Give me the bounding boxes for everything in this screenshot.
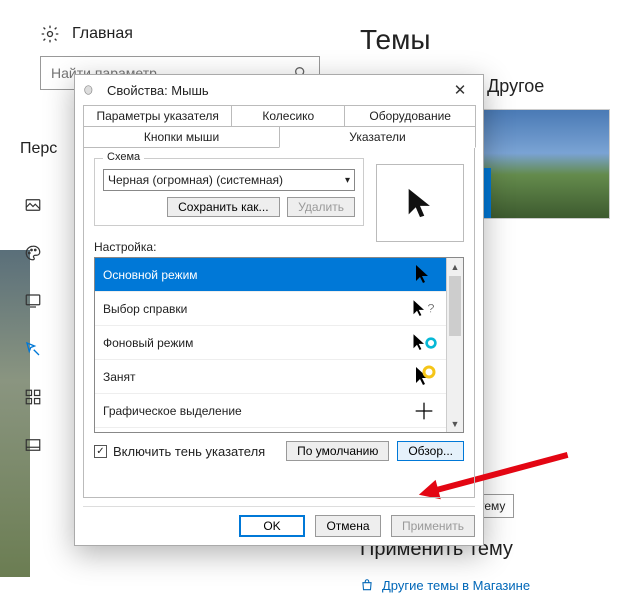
cursor-row-normal[interactable]: Основной режим [95,258,446,292]
delete-button: Удалить [287,197,355,217]
svg-text:?: ? [428,301,435,315]
cursor-row-background[interactable]: Фоновый режим [95,326,446,360]
tab-pointer-options[interactable]: Параметры указателя [83,105,232,127]
arrow-help-icon: ? [410,295,438,323]
shadow-checkbox[interactable]: ✓ [94,445,107,458]
cursor-name: Занят [103,370,136,384]
lockscreen-icon[interactable] [24,292,42,310]
cursor-list-items: Основной режим Выбор справки ? Фоновый р… [95,258,446,432]
arrow-busy-icon [410,329,438,357]
home-label[interactable]: Главная [72,25,133,43]
themes-icon[interactable] [24,340,42,358]
scroll-down-icon[interactable]: ▼ [447,415,463,432]
taskbar-icon[interactable] [24,436,42,454]
dialog-titlebar[interactable]: Свойства: Мышь ✕ [75,75,483,105]
shadow-label: Включить тень указателя [113,444,265,459]
cursor-row-precision[interactable]: Графическое выделение [95,394,446,428]
tab-hardware[interactable]: Оборудование [344,105,476,127]
defaults-button[interactable]: По умолчанию [286,441,389,461]
save-as-button[interactable]: Сохранить как... [167,197,279,217]
cursor-row-help[interactable]: Выбор справки ? [95,292,446,326]
cancel-button[interactable]: Отмена [315,515,381,537]
cursor-name: Выбор справки [103,302,187,316]
scheme-legend: Схема [103,151,144,163]
store-link[interactable]: Другие темы в Магазине [360,577,614,593]
settings-header: Главная [40,24,133,44]
colors-icon[interactable] [24,244,42,262]
scroll-up-icon[interactable]: ▲ [447,258,463,275]
customize-label: Настройка: [94,240,464,254]
dialog-title: Свойства: Мышь [107,83,445,98]
start-icon[interactable] [24,388,42,406]
cursor-preview [376,164,464,242]
busy-icon [410,363,438,391]
shadow-row: ✓ Включить тень указателя По умолчанию О… [94,441,464,461]
tab-pointers-body: Схема Черная (огромная) (системная) ▾ Со… [83,147,475,498]
scheme-dropdown[interactable]: Черная (огромная) (системная) ▾ [103,169,355,191]
scheme-group: Схема Черная (огромная) (системная) ▾ Со… [94,158,364,226]
scrollbar[interactable]: ▲ ▼ [446,258,463,432]
dialog-tabs: Параметры указателя Колесико Оборудовани… [75,105,483,147]
store-icon [360,577,374,593]
background-icon[interactable] [24,196,42,214]
page-title: Темы [360,24,614,56]
crosshair-icon [410,397,438,425]
close-button[interactable]: ✕ [445,81,475,99]
section-header: Перс [20,140,57,158]
gear-icon [40,24,60,44]
scroll-thumb[interactable] [449,276,461,336]
dialog-bottom: OK Отмена Применить [83,506,475,545]
cursor-preview-icon [403,186,437,220]
apply-button: Применить [391,515,475,537]
tab-wheel[interactable]: Колесико [231,105,345,127]
cursor-name: Графическое выделение [103,404,242,418]
tab-pointers[interactable]: Указатели [279,126,476,148]
cursor-row-busy[interactable]: Занят [95,360,446,394]
arrow-black-icon [410,261,438,289]
cursor-list: Основной режим Выбор справки ? Фоновый р… [94,257,464,433]
cursor-name: Фоновый режим [103,336,193,350]
cursor-name: Основной режим [103,268,198,282]
store-link-text: Другие темы в Магазине [382,578,530,593]
mouse-properties-dialog: Свойства: Мышь ✕ Параметры указателя Кол… [74,74,484,546]
tab-buttons[interactable]: Кнопки мыши [83,126,280,148]
ok-button[interactable]: OK [239,515,305,537]
scheme-selected: Черная (огромная) (системная) [108,173,283,187]
settings-sidebar [18,172,48,454]
mouse-icon [83,84,99,96]
chevron-down-icon: ▾ [345,175,354,186]
browse-button[interactable]: Обзор... [397,441,464,461]
